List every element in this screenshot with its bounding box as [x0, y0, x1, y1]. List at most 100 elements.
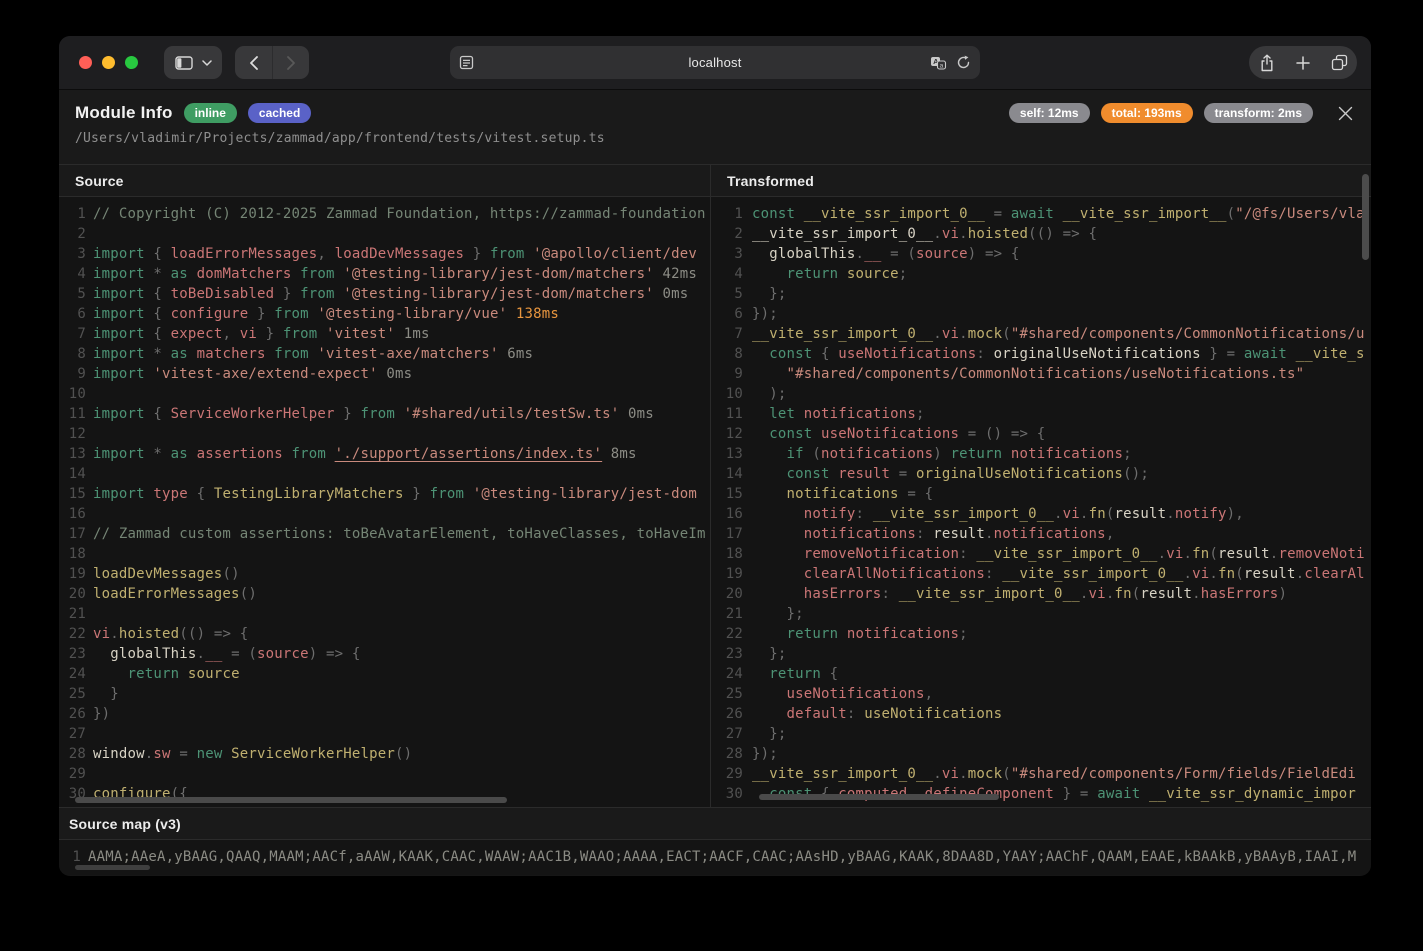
- code-text: notifications = {: [752, 484, 933, 504]
- code-token: '#shared/utils/testSw.ts': [395, 406, 619, 422]
- code-token: loadDevMessages: [335, 246, 464, 262]
- tab-overview-button[interactable]: [1321, 46, 1357, 79]
- line-number: 11: [711, 404, 743, 424]
- code-line: 27 };: [711, 724, 1371, 744]
- code-text: default: useNotifications: [752, 704, 1002, 724]
- line-number: 25: [711, 684, 743, 704]
- code-token: useNotifications: [838, 346, 976, 362]
- line-number: 8: [711, 344, 743, 364]
- code-token: __vite_ssr_import_0__: [752, 326, 933, 342]
- sourcemap-horizontal-scrollbar[interactable]: [75, 865, 150, 870]
- line-number: 10: [711, 384, 743, 404]
- code-token: notifications: [1002, 446, 1123, 462]
- code-token: };: [752, 606, 804, 622]
- badge-inline: inline: [184, 103, 237, 123]
- new-tab-button[interactable]: [1285, 46, 1321, 79]
- code-token: = {: [899, 486, 934, 502]
- forward-button[interactable]: [272, 46, 309, 79]
- line-number: 23: [711, 644, 743, 664]
- source-horizontal-scrollbar[interactable]: [75, 797, 507, 803]
- code-token: import: [93, 266, 145, 282]
- code-text: const { useNotifications: originalUseNot…: [752, 344, 1365, 364]
- transformed-vertical-scrollbar[interactable]: [1362, 174, 1369, 260]
- code-token: }: [248, 306, 274, 322]
- code-text: });: [752, 744, 778, 764]
- code-token: import: [93, 326, 145, 342]
- close-dialog-button[interactable]: [1338, 106, 1353, 121]
- code-token: __vite_ssr_import__: [1054, 206, 1227, 222]
- back-button[interactable]: [235, 46, 272, 79]
- code-token: return: [752, 266, 838, 282]
- code-token: __vite_ssr_dynamic_impor: [1140, 786, 1356, 802]
- code-token: window: [93, 746, 145, 762]
- code-text: AAMA;AAeA,yBAAG,QAAQ,MAAM;AACf,aAAW,KAAK…: [88, 847, 1356, 867]
- minimize-window-button[interactable]: [102, 56, 115, 69]
- line-number: 15: [59, 484, 86, 504]
- code-token: .: [1080, 506, 1089, 522]
- code-token: import: [93, 446, 145, 462]
- share-button[interactable]: [1249, 46, 1285, 79]
- code-token: source: [916, 246, 968, 262]
- code-token: as: [171, 346, 188, 362]
- line-number: 1: [59, 204, 86, 224]
- code-token: type: [145, 486, 188, 502]
- code-token: vi: [93, 626, 110, 642]
- code-token: }: [274, 286, 300, 302]
- code-token: as: [171, 446, 188, 462]
- code-token: }: [93, 686, 119, 702]
- code-token: __: [205, 646, 222, 662]
- code-token: clearAl: [1304, 566, 1364, 582]
- code-line: 1const __vite_ssr_import_0__ = await __v…: [711, 204, 1371, 224]
- address-bar[interactable]: localhost A a: [450, 46, 980, 79]
- code-token: loadErrorMessages: [171, 246, 318, 262]
- code-text: vi.hoisted(() => {: [93, 624, 248, 644]
- code-token: as: [171, 266, 188, 282]
- line-number: 23: [59, 644, 86, 664]
- code-token: __vite_ssr_import_0__: [976, 546, 1157, 562]
- code-token: import: [93, 486, 145, 502]
- code-text: const useNotifications = () => {: [752, 424, 1045, 444]
- code-token: (): [222, 566, 239, 582]
- code-line: 1// Copyright (C) 2012-2025 Zammad Found…: [59, 204, 710, 224]
- line-number: 26: [59, 704, 86, 724]
- module-link[interactable]: './support/assertions/index.ts': [335, 446, 603, 462]
- code-token: originalUseNotifications: [994, 346, 1201, 362]
- code-line: 2: [59, 224, 710, 244]
- zoom-window-button[interactable]: [125, 56, 138, 69]
- line-number: 5: [711, 284, 743, 304]
- line-number: 13: [711, 444, 743, 464]
- line-number: 2: [59, 224, 86, 244]
- code-line: 16 notify: __vite_ssr_import_0__.vi.fn(r…: [711, 504, 1371, 524]
- code-line: 8 const { useNotifications: originalUseN…: [711, 344, 1371, 364]
- code-line: 13 import * as assertions from './support…: [59, 444, 710, 464]
- code-token: = () => {: [959, 426, 1045, 442]
- close-window-button[interactable]: [79, 56, 92, 69]
- code-token: toBeDisabled: [171, 286, 275, 302]
- code-text: }): [93, 704, 110, 724]
- line-number: 10: [59, 384, 86, 404]
- code-token: :: [847, 706, 864, 722]
- code-token: {: [812, 346, 838, 362]
- close-icon: [1338, 106, 1353, 121]
- code-line: 22vi.hoisted(() => {: [59, 624, 710, 644]
- line-number: 13: [59, 444, 86, 464]
- code-text: globalThis.__ = (source) => {: [752, 244, 1020, 264]
- code-token: from: [300, 286, 335, 302]
- sidebar-toggle-button[interactable]: [164, 46, 222, 79]
- code-token: mock: [968, 766, 1003, 782]
- code-token: vi: [1166, 546, 1183, 562]
- code-line: 3import { loadErrorMessages, loadDevMess…: [59, 244, 710, 264]
- code-token: );: [752, 386, 787, 402]
- code-line: 23 globalThis.__ = (source) => {: [59, 644, 710, 664]
- code-line: 18 removeNotification: __vite_ssr_import…: [711, 544, 1371, 564]
- transformed-horizontal-scrollbar[interactable]: [759, 794, 999, 800]
- line-number: 6: [711, 304, 743, 324]
- code-token: (: [1209, 546, 1218, 562]
- code-line: 8import * as matchers from 'vitest-axe/m…: [59, 344, 710, 364]
- code-token: from: [430, 486, 465, 502]
- code-token: loadDevMessages: [93, 566, 222, 582]
- code-token: default: [752, 706, 847, 722]
- code-token: .: [959, 326, 968, 342]
- code-line: 13 if (notifications) return notificatio…: [711, 444, 1371, 464]
- code-text: import * as assertions from './support/a…: [93, 444, 637, 464]
